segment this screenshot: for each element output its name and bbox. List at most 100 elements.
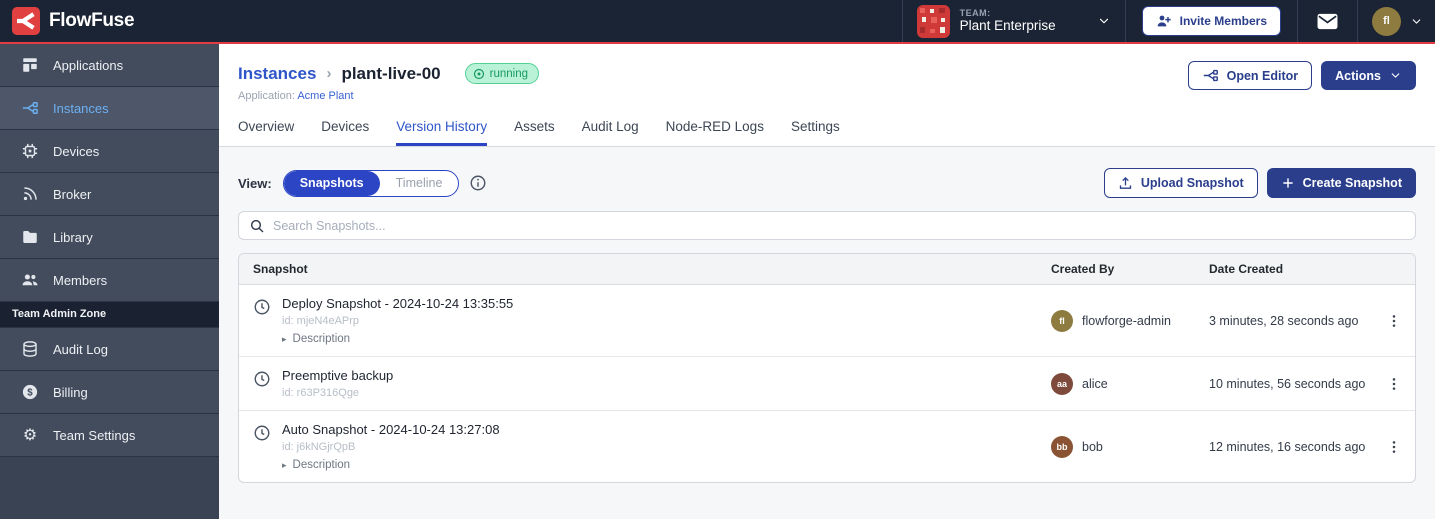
view-toggle: Snapshots Timeline	[283, 170, 460, 197]
application-line: Application: Acme Plant	[238, 90, 1416, 102]
kebab-menu-icon	[1386, 376, 1402, 392]
description-toggle[interactable]: ▸ Description	[282, 333, 513, 345]
broker-icon	[21, 185, 39, 203]
team-text: TEAM: Plant Enterprise	[960, 8, 1087, 34]
search-bar	[238, 211, 1416, 240]
snapshot-id: id: j6kNGjrQpB	[282, 441, 500, 453]
table-row[interactable]: Preemptive backup id: r63P316Qge aa alic…	[239, 357, 1415, 411]
date-created-cell: 12 minutes, 16 seconds ago	[1209, 411, 1373, 482]
invite-members-label: Invite Members	[1180, 14, 1267, 28]
disclosure-triangle-icon: ▸	[282, 460, 287, 471]
sidebar: Applications Instances Devices Broker	[0, 44, 219, 519]
user-plus-icon	[1156, 13, 1172, 29]
tab-audit-log[interactable]: Audit Log	[582, 119, 639, 146]
view-toolbar: View: Snapshots Timeline Upload Snapshot	[238, 168, 1416, 198]
open-editor-button[interactable]: Open Editor	[1188, 61, 1313, 90]
sidebar-item-label: Library	[53, 230, 93, 245]
column-date-created: Date Created	[1209, 254, 1373, 284]
table-row[interactable]: Deploy Snapshot - 2024-10-24 13:35:55 id…	[239, 285, 1415, 357]
tab-version-history[interactable]: Version History	[396, 119, 487, 146]
team-settings-icon: ⚙	[21, 426, 39, 444]
kebab-menu-icon	[1386, 439, 1402, 455]
instance-header: Instances › plant-live-00 running Applic…	[219, 44, 1435, 147]
created-by-cell: aa alice	[1051, 357, 1209, 410]
tab-devices[interactable]: Devices	[321, 119, 369, 146]
sidebar-item-members[interactable]: Members	[0, 259, 219, 302]
table-row[interactable]: Auto Snapshot - 2024-10-24 13:27:08 id: …	[239, 411, 1415, 482]
description-label: Description	[293, 459, 351, 471]
chevron-down-icon	[1097, 14, 1111, 28]
brand-name: FlowFuse	[49, 10, 134, 32]
sidebar-item-broker[interactable]: Broker	[0, 173, 219, 216]
plus-icon	[1281, 176, 1295, 190]
clock-icon	[253, 298, 271, 316]
sidebar-item-instances[interactable]: Instances	[0, 87, 219, 130]
tab-overview[interactable]: Overview	[238, 119, 294, 146]
sidebar-item-applications[interactable]: Applications	[0, 44, 219, 87]
tab-node-red-logs[interactable]: Node-RED Logs	[666, 119, 764, 146]
team-label: TEAM:	[960, 8, 1087, 18]
view-label: View:	[238, 176, 272, 191]
row-menu-button[interactable]	[1373, 285, 1415, 356]
creator-avatar-initials: fl	[1059, 316, 1065, 326]
sidebar-item-team-settings[interactable]: ⚙ Team Settings	[0, 414, 219, 457]
notifications-button[interactable]	[1298, 0, 1357, 43]
snapshot-title: Auto Snapshot - 2024-10-24 13:27:08	[282, 422, 500, 437]
row-menu-button[interactable]	[1373, 411, 1415, 482]
info-icon[interactable]	[469, 174, 487, 192]
creator-name: bob	[1082, 440, 1103, 454]
application-link[interactable]: Acme Plant	[297, 90, 353, 102]
team-name: Plant Enterprise	[960, 18, 1087, 34]
row-menu-button[interactable]	[1373, 357, 1415, 410]
column-snapshot: Snapshot	[239, 254, 1051, 284]
tab-assets[interactable]: Assets	[514, 119, 555, 146]
create-snapshot-label: Create Snapshot	[1303, 176, 1402, 190]
search-input[interactable]	[273, 219, 1405, 233]
header-actions: Open Editor Actions	[1188, 61, 1416, 90]
invite-members-button[interactable]: Invite Members	[1142, 6, 1281, 36]
svg-text:$: $	[27, 387, 33, 398]
snapshots-table: Snapshot Created By Date Created Deploy …	[238, 253, 1416, 483]
snapshot-title: Preemptive backup	[282, 368, 393, 383]
status-badge: running	[465, 63, 539, 84]
sidebar-item-label: Instances	[53, 101, 109, 116]
tab-settings[interactable]: Settings	[791, 119, 840, 146]
team-admin-zone-header: Team Admin Zone	[0, 302, 219, 328]
version-history-content: View: Snapshots Timeline Upload Snapshot	[219, 147, 1435, 519]
creator-avatar-initials: bb	[1057, 442, 1068, 452]
upload-snapshot-button[interactable]: Upload Snapshot	[1104, 168, 1258, 198]
toggle-snapshots[interactable]: Snapshots	[284, 171, 380, 196]
team-selector[interactable]: TEAM: Plant Enterprise	[903, 0, 1125, 43]
team-avatar	[917, 5, 950, 38]
members-icon	[21, 271, 39, 289]
upload-icon	[1118, 176, 1133, 191]
disclosure-triangle-icon: ▸	[282, 334, 287, 345]
sidebar-item-devices[interactable]: Devices	[0, 130, 219, 173]
brand[interactable]: FlowFuse	[0, 7, 902, 35]
sidebar-item-library[interactable]: Library	[0, 216, 219, 259]
sidebar-item-label: Billing	[53, 385, 88, 400]
creator-avatar-initials: aa	[1057, 379, 1067, 389]
user-menu[interactable]: fl	[1358, 0, 1435, 43]
open-editor-label: Open Editor	[1227, 69, 1299, 83]
library-icon	[21, 228, 39, 246]
toggle-timeline[interactable]: Timeline	[380, 171, 459, 196]
actions-button[interactable]: Actions	[1321, 61, 1416, 90]
sidebar-item-audit-log[interactable]: Audit Log	[0, 328, 219, 371]
sidebar-item-label: Audit Log	[53, 342, 108, 357]
column-created-by: Created By	[1051, 254, 1209, 284]
status-badge-label: running	[490, 68, 528, 80]
description-toggle[interactable]: ▸ Description	[282, 459, 500, 471]
flowfuse-logo-icon	[12, 7, 40, 35]
breadcrumb-instances-link[interactable]: Instances	[238, 64, 316, 84]
app-window: FlowFuse TEAM: Plant Enterprise	[0, 0, 1435, 519]
description-label: Description	[293, 333, 351, 345]
sidebar-item-billing[interactable]: $ Billing	[0, 371, 219, 414]
sidebar-empty-area	[0, 457, 219, 519]
breadcrumb-separator: ›	[326, 65, 331, 82]
snapshot-title: Deploy Snapshot - 2024-10-24 13:35:55	[282, 296, 513, 311]
billing-icon: $	[21, 383, 39, 401]
create-snapshot-button[interactable]: Create Snapshot	[1267, 168, 1416, 198]
envelope-icon	[1316, 10, 1339, 33]
instances-icon	[21, 99, 39, 117]
